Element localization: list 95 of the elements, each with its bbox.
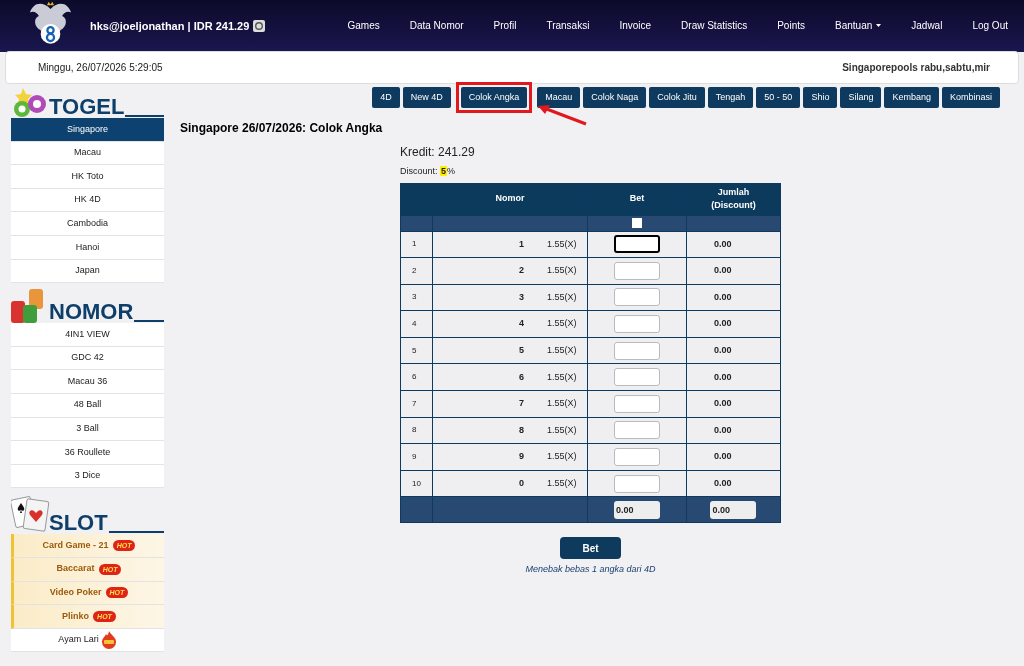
game-tab[interactable]: 50 - 50 (756, 87, 801, 108)
column-header: Bet (587, 183, 687, 215)
nav-link[interactable]: Draw Statistics (681, 18, 748, 33)
table-cell-text: 5 (518, 343, 525, 357)
hint-text: Menebak bebas 1 angka dari 4D (525, 563, 656, 577)
section-heading: TOGEL (49, 96, 125, 118)
date-time: Minggu, 26/07/2026 5:29:05 (38, 61, 163, 75)
table-cell: 3 (400, 284, 433, 311)
table-cell-text: 8 (518, 423, 525, 437)
table-cell-text: 9 (518, 450, 525, 464)
table-cell: 1.55(X) (546, 370, 577, 384)
bet-input[interactable] (613, 341, 660, 360)
table-cell: 5 (400, 337, 433, 364)
schedule-text: Singaporepools rabu,sabtu,mir (842, 61, 990, 75)
table-cell: 1.55(X) (546, 397, 577, 411)
credit-text: Kredit: 241.29 (400, 145, 475, 159)
game-tab[interactable]: New 4D (402, 87, 451, 108)
nav-link[interactable]: Profil (493, 18, 517, 33)
playing-cards-icon (11, 494, 51, 535)
flame-icon (100, 631, 117, 649)
account-balance: hks@joeljonathan | IDR 241.29 (90, 19, 250, 34)
discount-text: Discount: 5% (400, 166, 456, 176)
page-title: Singapore 26/07/2026: Colok Angka (180, 120, 384, 137)
bet-input[interactable] (613, 394, 660, 413)
table-cell: 4 (400, 310, 433, 338)
total-amount-field: 0.00 (710, 500, 757, 519)
table-cell: 1.55(X) (546, 264, 577, 278)
bet-input[interactable] (613, 288, 660, 307)
annotation-arrow (538, 104, 588, 126)
nav-link[interactable]: Invoice (619, 18, 652, 33)
table-cell: 7 (400, 390, 433, 418)
game-tab[interactable]: Colok Jitu (649, 87, 705, 108)
bet-input[interactable] (613, 315, 660, 334)
game-tab[interactable]: Kembang (884, 87, 939, 108)
game-tab[interactable]: Colok Naga (583, 87, 647, 108)
table-cell: 6 (400, 363, 433, 391)
game-tab[interactable]: Macau (537, 87, 581, 108)
table-cell-text: 6 (518, 370, 525, 384)
nav-link[interactable]: Data Nomor (409, 18, 464, 33)
select-all-checkbox[interactable] (631, 217, 642, 228)
table-cell: 0.00 (686, 337, 781, 364)
table-cell: 1 (400, 231, 433, 258)
bet-input[interactable] (613, 368, 660, 387)
nav-link[interactable]: Log Out (972, 18, 1008, 33)
table-cell: 2 (400, 257, 433, 285)
nav-link[interactable]: Transaksi (546, 18, 590, 33)
bet-input[interactable] (613, 235, 660, 254)
nav-link[interactable]: Jadwal (911, 18, 943, 33)
bet-input[interactable] (613, 421, 660, 440)
table-cell-text: 7 (518, 397, 525, 411)
table-cell: 0.00 (686, 310, 781, 338)
table-cell-text: 1.55(X) (546, 343, 577, 357)
column-header: Jumlah (Discount) (686, 183, 781, 215)
table-cell: 0.00 (686, 417, 781, 444)
table-cell-text: 1.55(X) (546, 423, 577, 437)
nav-link[interactable]: Bantuan (835, 18, 882, 33)
table-cell-text: 1.55(X) (546, 290, 577, 304)
table-cell: 1.55(X) (546, 450, 577, 464)
game-tab[interactable]: Shio (803, 87, 838, 108)
sidebar-item[interactable]: Singapore (11, 118, 164, 142)
table-cell: 0.00 (686, 390, 781, 418)
section-heading: SLOT (49, 512, 108, 535)
table-cell-text: 3 (518, 290, 525, 304)
table-cell: 0.00 (686, 284, 781, 311)
refresh-icon[interactable] (253, 20, 266, 33)
table-cell-text: 0 (518, 476, 525, 490)
bet-input[interactable] (613, 448, 660, 467)
table-cell: 8 (400, 417, 433, 444)
table-cell: 0.00 (686, 231, 781, 258)
section-heading: NOMOR (49, 301, 134, 324)
game-tab[interactable]: 4D (372, 87, 400, 108)
table-cell-text: 1 (518, 237, 525, 251)
table-cell-text: 2 (518, 264, 525, 278)
table-cell: 0.00 (686, 443, 781, 471)
bet-input[interactable] (613, 261, 660, 280)
table-cell: 1.55(X) (546, 317, 577, 331)
game-tab[interactable]: Silang (840, 87, 882, 108)
total-bet-field: 0.00 (613, 500, 660, 519)
game-tab[interactable]: Colok Angka (460, 87, 528, 108)
sidebar-item[interactable]: Ayam Lari (11, 628, 164, 653)
table-cell: 9 (400, 443, 433, 471)
game-tab[interactable]: Tengah (707, 87, 754, 108)
column-header: Nomor (432, 183, 588, 215)
bet-input[interactable] (613, 474, 660, 493)
table-cell-text: 1.55(X) (546, 237, 577, 251)
table-cell: 0.00 (686, 257, 781, 285)
game-tab[interactable]: Kombinasi (941, 87, 1000, 108)
bet-button[interactable]: Bet (560, 537, 621, 560)
nav-link[interactable]: Points (777, 18, 805, 33)
table-cell: 0.00 (686, 470, 781, 497)
table-cell-text: 1.55(X) (546, 476, 577, 490)
table-cell: 10 (400, 470, 433, 497)
table-cell: 0.00 (686, 363, 781, 391)
nav-link[interactable]: Games (347, 18, 380, 33)
table-cell-text: 4 (518, 317, 525, 331)
